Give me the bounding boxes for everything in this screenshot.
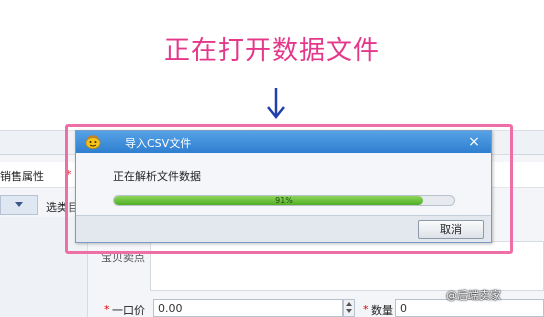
dialog-title: 导入CSV文件 xyxy=(125,137,192,150)
dialog-footer: 取消 xyxy=(76,215,491,242)
progress-bar: 91% xyxy=(113,195,455,206)
cancel-button[interactable]: 取消 xyxy=(418,220,484,239)
price-input[interactable]: 0.00 xyxy=(153,299,343,317)
chevron-down-icon xyxy=(15,202,23,207)
app-logo-icon xyxy=(85,135,101,149)
close-icon[interactable]: × xyxy=(465,133,483,151)
import-csv-dialog: 导入CSV文件 × 正在解析文件数据 91% 取消 xyxy=(75,130,492,243)
price-label: 一口价 xyxy=(112,304,145,317)
sales-attribute-label: 销售属性 xyxy=(0,170,44,183)
price-stepper[interactable] xyxy=(343,299,355,317)
parsing-status-text: 正在解析文件数据 xyxy=(113,170,201,183)
dialog-titlebar[interactable]: 导入CSV文件 × xyxy=(76,131,491,153)
watermark-text: @后端卖家 xyxy=(446,289,501,302)
quantity-required-mark: * xyxy=(363,303,369,316)
stepper-up-icon[interactable] xyxy=(346,302,352,306)
price-required-mark: * xyxy=(104,303,110,316)
caption-text: 正在打开数据文件 xyxy=(163,36,380,66)
category-dropdown[interactable] xyxy=(0,195,38,215)
down-arrow-icon xyxy=(267,88,285,120)
quantity-label: 数量 xyxy=(371,304,393,317)
stepper-down-icon[interactable] xyxy=(346,309,352,313)
progress-percent-label: 91% xyxy=(275,196,293,205)
